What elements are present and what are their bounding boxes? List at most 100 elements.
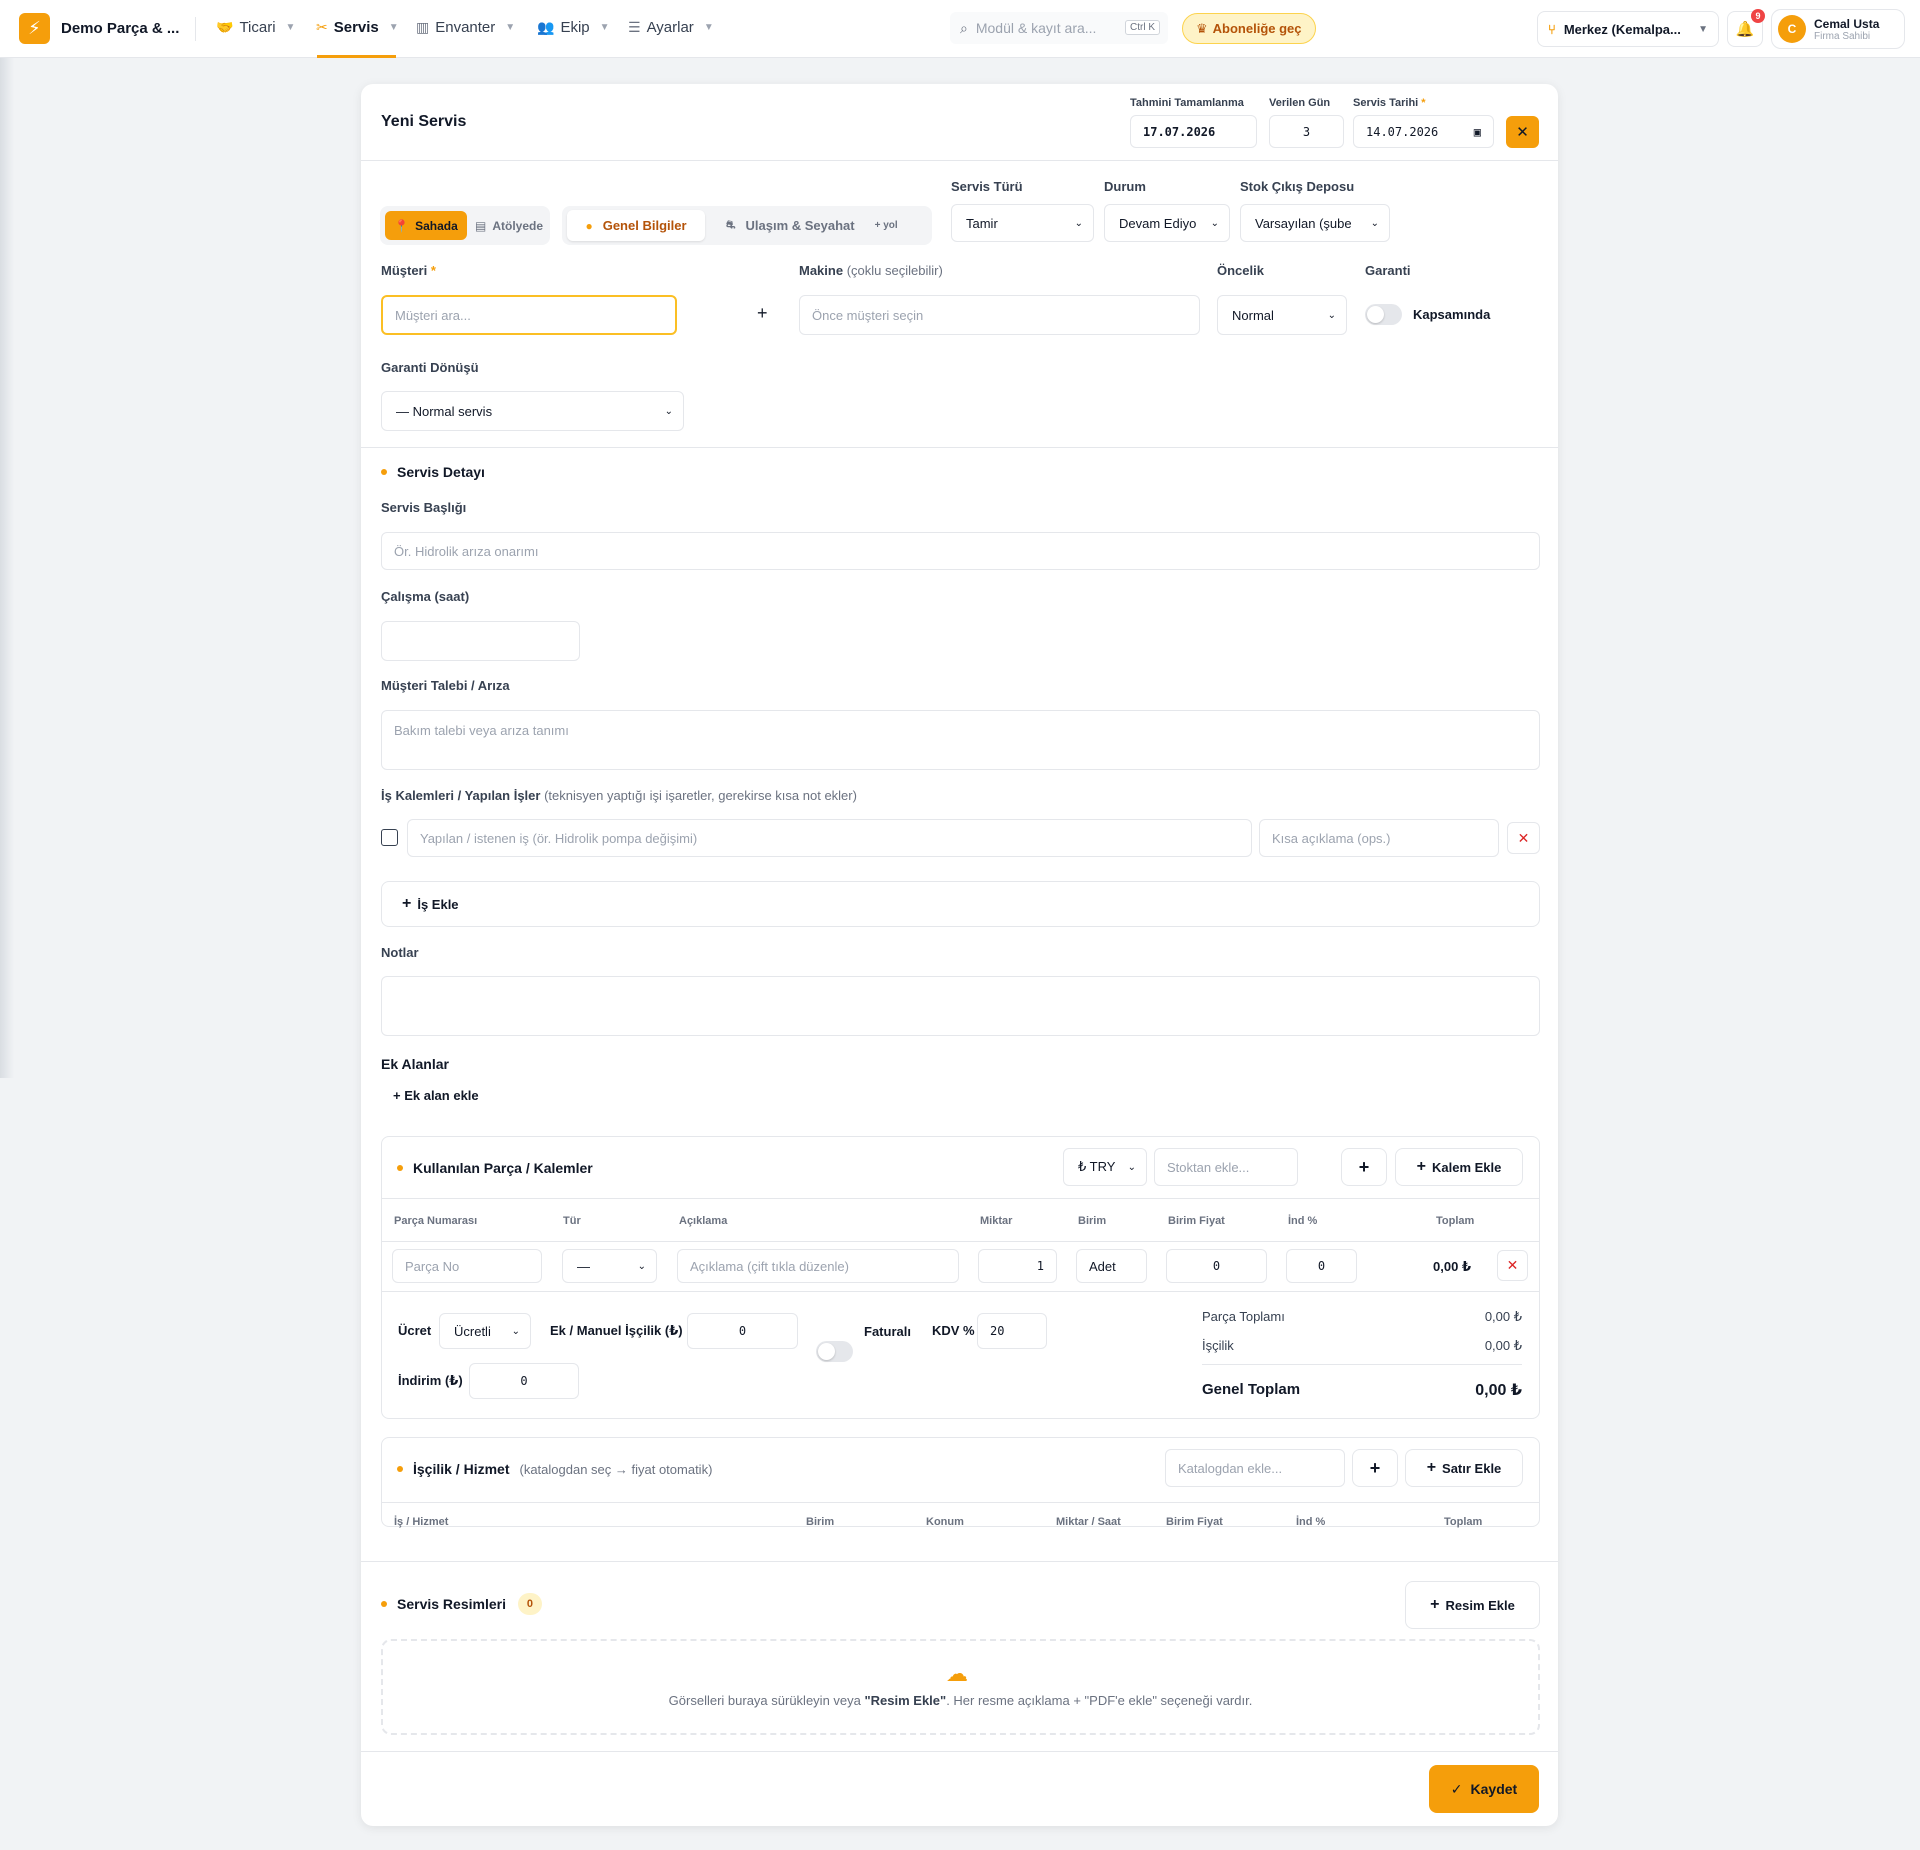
stock-depot-select[interactable]: Varsayılan (şube ⌄ — [1240, 204, 1390, 242]
remove-row-button[interactable]: ✕ — [1497, 1250, 1528, 1281]
tab-travel-hint: + yol — [874, 220, 898, 231]
global-search[interactable]: ⌕ Modül & kayıt ara... Ctrl K — [950, 12, 1168, 44]
tab-general[interactable]: ● Genel Bilgiler — [567, 210, 705, 241]
add-item-button[interactable]: + Kalem Ekle — [1395, 1148, 1523, 1186]
add-extra-field-button[interactable]: + Ek alan ekle — [393, 1088, 479, 1103]
company-name[interactable]: Demo Parça & ... — [61, 20, 179, 37]
fee-value: Ücretli — [454, 1323, 491, 1339]
service-detail-heading: Servis Detayı — [381, 464, 485, 480]
tasks-label-wrap: İş Kalemleri / Yapılan İşler (teknisyen … — [381, 788, 857, 803]
given-days-field[interactable]: 3 — [1269, 115, 1344, 148]
avatar: C — [1778, 15, 1806, 43]
notes-textarea[interactable] — [381, 976, 1540, 1036]
parts-total-label: Parça Toplamı — [1202, 1309, 1285, 1324]
location-onsite-button[interactable]: 📍 Sahada — [385, 211, 467, 240]
vat-input[interactable]: 20 — [977, 1313, 1047, 1349]
customer-search-input[interactable]: Müşteri ara... — [381, 295, 677, 335]
work-hours-input[interactable] — [381, 621, 580, 661]
catalog-quick-add-button[interactable]: + — [1352, 1449, 1398, 1487]
part-type-select[interactable]: — ⌄ — [562, 1249, 657, 1283]
quantity-input[interactable]: 1 — [978, 1249, 1057, 1283]
request-textarea[interactable]: Bakım talebi veya arıza tanımı — [381, 710, 1540, 770]
location-workshop-button[interactable]: ▤ Atölyede — [471, 211, 547, 240]
user-menu[interactable]: C Cemal Usta Firma Sahibi — [1771, 9, 1905, 49]
unit-price-input[interactable]: 0 — [1166, 1249, 1267, 1283]
warranty-return-value: — Normal servis — [396, 403, 493, 419]
status-label: Durum — [1104, 179, 1146, 194]
add-image-button[interactable]: + Resim Ekle — [1405, 1581, 1540, 1629]
given-days-label: Verilen Gün — [1269, 97, 1331, 109]
col-unit: Birim — [806, 1516, 835, 1528]
bolt-logo-icon[interactable]: ⚡ — [19, 13, 50, 44]
remove-task-button[interactable]: ✕ — [1507, 822, 1540, 854]
currency-select[interactable]: ₺ TRY ⌄ — [1063, 1148, 1147, 1186]
image-dropzone[interactable] — [381, 1639, 1540, 1735]
tab-travel[interactable]: ⛐ Ulaşım & Seyahat + yol — [716, 210, 926, 241]
nav-servis[interactable]: ✂ Servis ▼ — [316, 19, 399, 36]
machine-label: Makine — [799, 263, 844, 278]
add-customer-button[interactable]: + — [757, 303, 768, 324]
notes-label: Notlar — [381, 945, 419, 960]
machine-select-input[interactable]: Önce müşteri seçin — [799, 295, 1200, 335]
labor-heading: İşçilik / Hizmet (katalogdan seç → fiyat … — [397, 1461, 712, 1477]
nav-ekip[interactable]: 👥 Ekip ▼ — [537, 19, 610, 36]
part-type-value: — — [577, 1258, 590, 1274]
nav-envanter[interactable]: ▥ Envanter ▼ — [416, 19, 515, 36]
service-type-select[interactable]: Tamir ⌄ — [951, 204, 1094, 242]
subscribe-button[interactable]: ♛ Aboneliğe geç — [1182, 13, 1316, 44]
add-row-label: Satır Ekle — [1442, 1460, 1502, 1476]
task-input[interactable]: Yapılan / istenen iş (ör. Hidrolik pompa… — [407, 819, 1252, 857]
divider — [195, 17, 196, 41]
discount-input[interactable]: 0 — [1286, 1249, 1357, 1283]
manual-labor-input[interactable]: 0 — [687, 1313, 798, 1349]
stock-add-input[interactable]: Stoktan ekle... — [1154, 1148, 1298, 1186]
col-description: Açıklama — [679, 1215, 728, 1227]
close-button[interactable]: ✕ — [1506, 116, 1539, 148]
search-icon: ⌕ — [960, 19, 968, 36]
invoiced-toggle[interactable] — [816, 1341, 853, 1362]
add-task-button[interactable]: + İş Ekle — [381, 881, 1540, 927]
priority-select[interactable]: Normal ⌄ — [1217, 295, 1347, 335]
service-date-field[interactable]: 14.07.2026 ▣ — [1353, 115, 1494, 148]
plus-icon: + — [757, 303, 768, 323]
labor-total-label: İşçilik — [1202, 1338, 1234, 1353]
part-description-input[interactable]: Açıklama (çift tıkla düzenle) — [677, 1249, 959, 1283]
divider — [382, 1291, 1539, 1292]
warranty-return-select[interactable]: — Normal servis ⌄ — [381, 391, 684, 431]
status-select[interactable]: Devam Ediyo ⌄ — [1104, 204, 1230, 242]
unit-input[interactable]: Adet — [1076, 1249, 1147, 1283]
status-value: Devam Ediyo — [1119, 215, 1197, 231]
divider — [361, 447, 1558, 448]
request-label: Müşteri Talebi / Arıza — [381, 678, 510, 693]
background-shade — [0, 58, 14, 1078]
dropzone-text-2: . Her resme açıklama + "PDF'e ekle" seçe… — [946, 1693, 1253, 1708]
add-image-label: Resim Ekle — [1445, 1597, 1515, 1613]
garage-icon: ▤ — [474, 218, 487, 233]
discount-amount-input[interactable]: 0 — [469, 1363, 579, 1399]
plus-icon: + — [1430, 1596, 1440, 1613]
save-button[interactable]: ✓ Kaydet — [1429, 1765, 1539, 1813]
fee-select[interactable]: Ücretli ⌄ — [439, 1313, 531, 1349]
warranty-toggle[interactable] — [1365, 304, 1402, 325]
nav-ticari[interactable]: 🤝 Ticari ▼ — [216, 19, 295, 36]
col-part-number: Parça Numarası — [394, 1215, 478, 1227]
task-checkbox[interactable] — [381, 829, 398, 846]
catalog-add-input[interactable]: Katalogdan ekle... — [1165, 1449, 1345, 1487]
check-icon: ✓ — [1450, 1780, 1463, 1797]
branch-selector[interactable]: ⑂ Merkez (Kemalpa... ▼ — [1537, 11, 1719, 47]
part-number-input[interactable]: Parça No — [392, 1249, 542, 1283]
est-completion-field[interactable]: 17.07.2026 — [1130, 115, 1257, 148]
add-row-button[interactable]: + Satır Ekle — [1405, 1449, 1523, 1487]
tab-general-label: Genel Bilgiler — [602, 218, 687, 233]
quick-add-button[interactable]: + — [1341, 1148, 1387, 1186]
service-title-input[interactable]: Ör. Hidrolik arıza onarımı — [381, 532, 1540, 570]
parts-heading: Kullanılan Parça / Kalemler — [397, 1160, 593, 1176]
tab-travel-label: Ulaşım & Seyahat — [745, 218, 855, 233]
parts-total-value: 0,00 ₺ — [1484, 1309, 1522, 1324]
add-task-label: İş Ekle — [417, 896, 459, 912]
notifications-button[interactable]: 🔔 9 — [1727, 9, 1765, 47]
bullet — [381, 469, 387, 475]
nav-ayarlar[interactable]: ☰ Ayarlar ▼ — [628, 19, 714, 36]
task-note-input[interactable]: Kısa açıklama (ops.) — [1259, 819, 1499, 857]
chevron-down-icon: ⌄ — [1127, 1161, 1136, 1173]
